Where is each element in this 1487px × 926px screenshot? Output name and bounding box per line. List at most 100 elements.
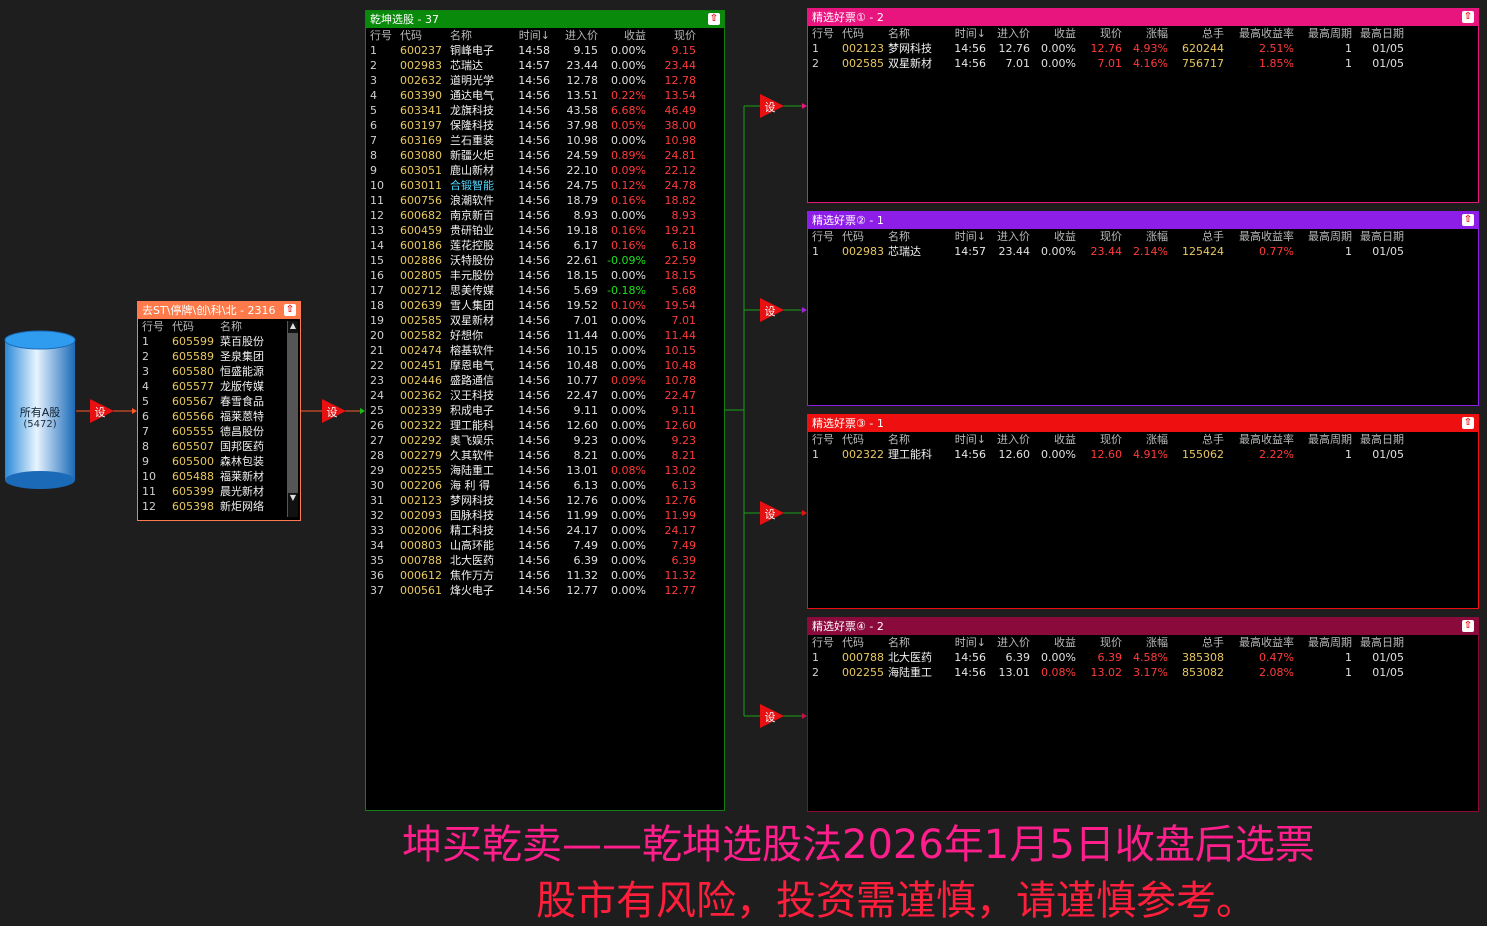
table-row[interactable]: 19 002585 双星新材 14:56 7.01 0.00% 7.01 <box>370 313 696 328</box>
table-row[interactable]: 21 002474 榕基软件 14:56 10.15 0.00% 10.15 <box>370 343 696 358</box>
column-header[interactable]: 总手 <box>1168 635 1224 650</box>
table-row[interactable]: 35 000788 北大医药 14:56 6.39 0.00% 6.39 <box>370 553 696 568</box>
column-header[interactable]: 行号 <box>370 28 400 43</box>
filter-scrollbar[interactable]: ▲ ▼ <box>287 321 298 517</box>
table-row[interactable]: 5 603341 龙旗科技 14:56 43.58 6.68% 46.49 <box>370 103 696 118</box>
table-row[interactable]: 12 605398 新炬网络 <box>142 499 288 514</box>
column-header[interactable]: 最高周期 <box>1294 432 1352 447</box>
table-row[interactable]: 3 002632 道明光学 14:56 12.78 0.00% 12.78 <box>370 73 696 88</box>
scroll-up-icon[interactable]: ▲ <box>288 321 298 331</box>
column-header[interactable]: 最高周期 <box>1294 635 1352 650</box>
set-button-filter[interactable]: 设 <box>90 399 116 423</box>
collapse-icon[interactable]: ⇧ <box>284 304 296 316</box>
column-header[interactable]: 代码 <box>842 635 888 650</box>
column-header[interactable]: 代码 <box>842 229 888 244</box>
column-header[interactable]: 现价 <box>1076 635 1122 650</box>
table-row[interactable]: 16 002805 丰元股份 14:56 18.15 0.00% 18.15 <box>370 268 696 283</box>
column-header[interactable]: 代码 <box>400 28 450 43</box>
column-header[interactable]: 名称 <box>220 319 288 334</box>
column-header[interactable]: 现价 <box>646 28 696 43</box>
table-row[interactable]: 20 002582 好想你 14:56 11.44 0.00% 11.44 <box>370 328 696 343</box>
table-row[interactable]: 31 002123 梦网科技 14:56 12.76 0.00% 12.76 <box>370 493 696 508</box>
column-header[interactable]: 代码 <box>172 319 220 334</box>
table-row[interactable]: 2 605589 圣泉集团 <box>142 349 288 364</box>
column-header[interactable]: 名称 <box>888 432 946 447</box>
set-button-result-3[interactable]: 设 <box>760 501 786 525</box>
table-row[interactable]: 12 600682 南京新百 14:56 8.93 0.00% 8.93 <box>370 208 696 223</box>
set-button-result-1[interactable]: 设 <box>760 94 786 118</box>
table-row[interactable]: 9 603051 鹿山新材 14:56 22.10 0.09% 22.12 <box>370 163 696 178</box>
column-header[interactable]: 名称 <box>888 229 946 244</box>
table-row[interactable]: 2 002255 海陆重工 14:56 13.01 0.08% 13.02 3.17% 8530… <box>812 665 1404 680</box>
column-header[interactable]: 进入价 <box>550 28 598 43</box>
table-row[interactable]: 24 002362 汉王科技 14:56 22.47 0.00% 22.47 <box>370 388 696 403</box>
table-row[interactable]: 27 002292 奥飞娱乐 14:56 9.23 0.00% 9.23 <box>370 433 696 448</box>
column-header[interactable]: 时间↓ <box>946 635 986 650</box>
column-header[interactable]: 最高收益率 <box>1224 26 1294 41</box>
table-row[interactable]: 18 002639 雪人集团 14:56 19.52 0.10% 19.54 <box>370 298 696 313</box>
table-row[interactable]: 26 002322 理工能科 14:56 12.60 0.00% 12.60 <box>370 418 696 433</box>
column-header[interactable]: 行号 <box>812 635 842 650</box>
result-panel-header[interactable]: 精选好票② - 1 ⇧ <box>808 212 1478 229</box>
column-header[interactable]: 进入价 <box>986 26 1030 41</box>
column-header[interactable]: 时间↓ <box>946 229 986 244</box>
column-header[interactable]: 最高日期 <box>1352 635 1404 650</box>
filter-panel-header[interactable]: 去ST\停牌\创\科\北 - 2316 ⇧ <box>138 302 300 319</box>
column-header[interactable]: 行号 <box>812 229 842 244</box>
table-row[interactable]: 8 605507 国邦医药 <box>142 439 288 454</box>
column-header[interactable]: 行号 <box>812 432 842 447</box>
collapse-icon[interactable]: ⇧ <box>708 13 720 25</box>
table-row[interactable]: 11 605399 晨光新材 <box>142 484 288 499</box>
table-row[interactable]: 10 603011 合锻智能 14:56 24.75 0.12% 24.78 <box>370 178 696 193</box>
table-row[interactable]: 1 605599 菜百股份 <box>142 334 288 349</box>
column-header[interactable]: 代码 <box>842 432 888 447</box>
column-header[interactable]: 收益 <box>598 28 646 43</box>
column-header[interactable]: 现价 <box>1076 26 1122 41</box>
table-row[interactable]: 29 002255 海陆重工 14:56 13.01 0.08% 13.02 <box>370 463 696 478</box>
column-header[interactable]: 行号 <box>812 26 842 41</box>
table-row[interactable]: 6 605566 福莱蒽特 <box>142 409 288 424</box>
table-row[interactable]: 3 605580 恒盛能源 <box>142 364 288 379</box>
table-row[interactable]: 22 002451 摩恩电气 14:56 10.48 0.00% 10.48 <box>370 358 696 373</box>
table-row[interactable]: 6 603197 保隆科技 14:56 37.98 0.05% 38.00 <box>370 118 696 133</box>
table-row[interactable]: 23 002446 盛路通信 14:56 10.77 0.09% 10.78 <box>370 373 696 388</box>
column-header[interactable]: 行号 <box>142 319 172 334</box>
table-row[interactable]: 2 002585 双星新材 14:56 7.01 0.00% 7.01 4.16% 756717… <box>812 56 1404 71</box>
column-header[interactable]: 最高收益率 <box>1224 635 1294 650</box>
column-header[interactable]: 最高收益率 <box>1224 432 1294 447</box>
table-row[interactable]: 28 002279 久其软件 14:56 8.21 0.00% 8.21 <box>370 448 696 463</box>
collapse-icon[interactable]: ⇧ <box>1462 620 1474 632</box>
table-row[interactable]: 8 603080 新疆火炬 14:56 24.59 0.89% 24.81 <box>370 148 696 163</box>
table-row[interactable]: 7 605555 德昌股份 <box>142 424 288 439</box>
column-header[interactable]: 现价 <box>1076 229 1122 244</box>
column-header[interactable]: 收益 <box>1030 229 1076 244</box>
result-panel-header[interactable]: 精选好票④ - 2 ⇧ <box>808 618 1478 635</box>
table-row[interactable]: 13 600459 贵研铂业 14:56 19.18 0.16% 19.21 <box>370 223 696 238</box>
column-header[interactable]: 现价 <box>1076 432 1122 447</box>
column-header[interactable]: 总手 <box>1168 432 1224 447</box>
column-header[interactable]: 涨幅 <box>1122 26 1168 41</box>
column-header[interactable]: 时间↓ <box>946 432 986 447</box>
table-row[interactable]: 25 002339 积成电子 14:56 9.11 0.00% 9.11 <box>370 403 696 418</box>
table-row[interactable]: 36 000612 焦作万方 14:56 11.32 0.00% 11.32 <box>370 568 696 583</box>
table-row[interactable]: 2 002983 芯瑞达 14:57 23.44 0.00% 23.44 <box>370 58 696 73</box>
table-row[interactable]: 9 605500 森林包装 <box>142 454 288 469</box>
result-panel-header[interactable]: 精选好票③ - 1 ⇧ <box>808 415 1478 432</box>
scroll-down-icon[interactable]: ▼ <box>288 493 298 503</box>
table-row[interactable]: 11 600756 浪潮软件 14:56 18.79 0.16% 18.82 <box>370 193 696 208</box>
table-row[interactable]: 10 605488 福莱新材 <box>142 469 288 484</box>
table-row[interactable]: 15 002886 沃特股份 14:56 22.61 -0.09% 22.59 <box>370 253 696 268</box>
column-header[interactable]: 最高日期 <box>1352 229 1404 244</box>
column-header[interactable]: 涨幅 <box>1122 432 1168 447</box>
set-button-result-2[interactable]: 设 <box>760 298 786 322</box>
column-header[interactable]: 最高收益率 <box>1224 229 1294 244</box>
table-row[interactable]: 1 000788 北大医药 14:56 6.39 0.00% 6.39 4.58% 385308… <box>812 650 1404 665</box>
column-header[interactable]: 时间↓ <box>946 26 986 41</box>
table-row[interactable]: 30 002206 海 利 得 14:56 6.13 0.00% 6.13 <box>370 478 696 493</box>
table-row[interactable]: 1 002123 梦网科技 14:56 12.76 0.00% 12.76 4.93% 6202… <box>812 41 1404 56</box>
column-header[interactable]: 名称 <box>888 26 946 41</box>
column-header[interactable]: 名称 <box>450 28 510 43</box>
table-row[interactable]: 1 002322 理工能科 14:56 12.60 0.00% 12.60 4.91% 1550… <box>812 447 1404 462</box>
set-button-main[interactable]: 设 <box>322 399 348 423</box>
column-header[interactable]: 总手 <box>1168 229 1224 244</box>
